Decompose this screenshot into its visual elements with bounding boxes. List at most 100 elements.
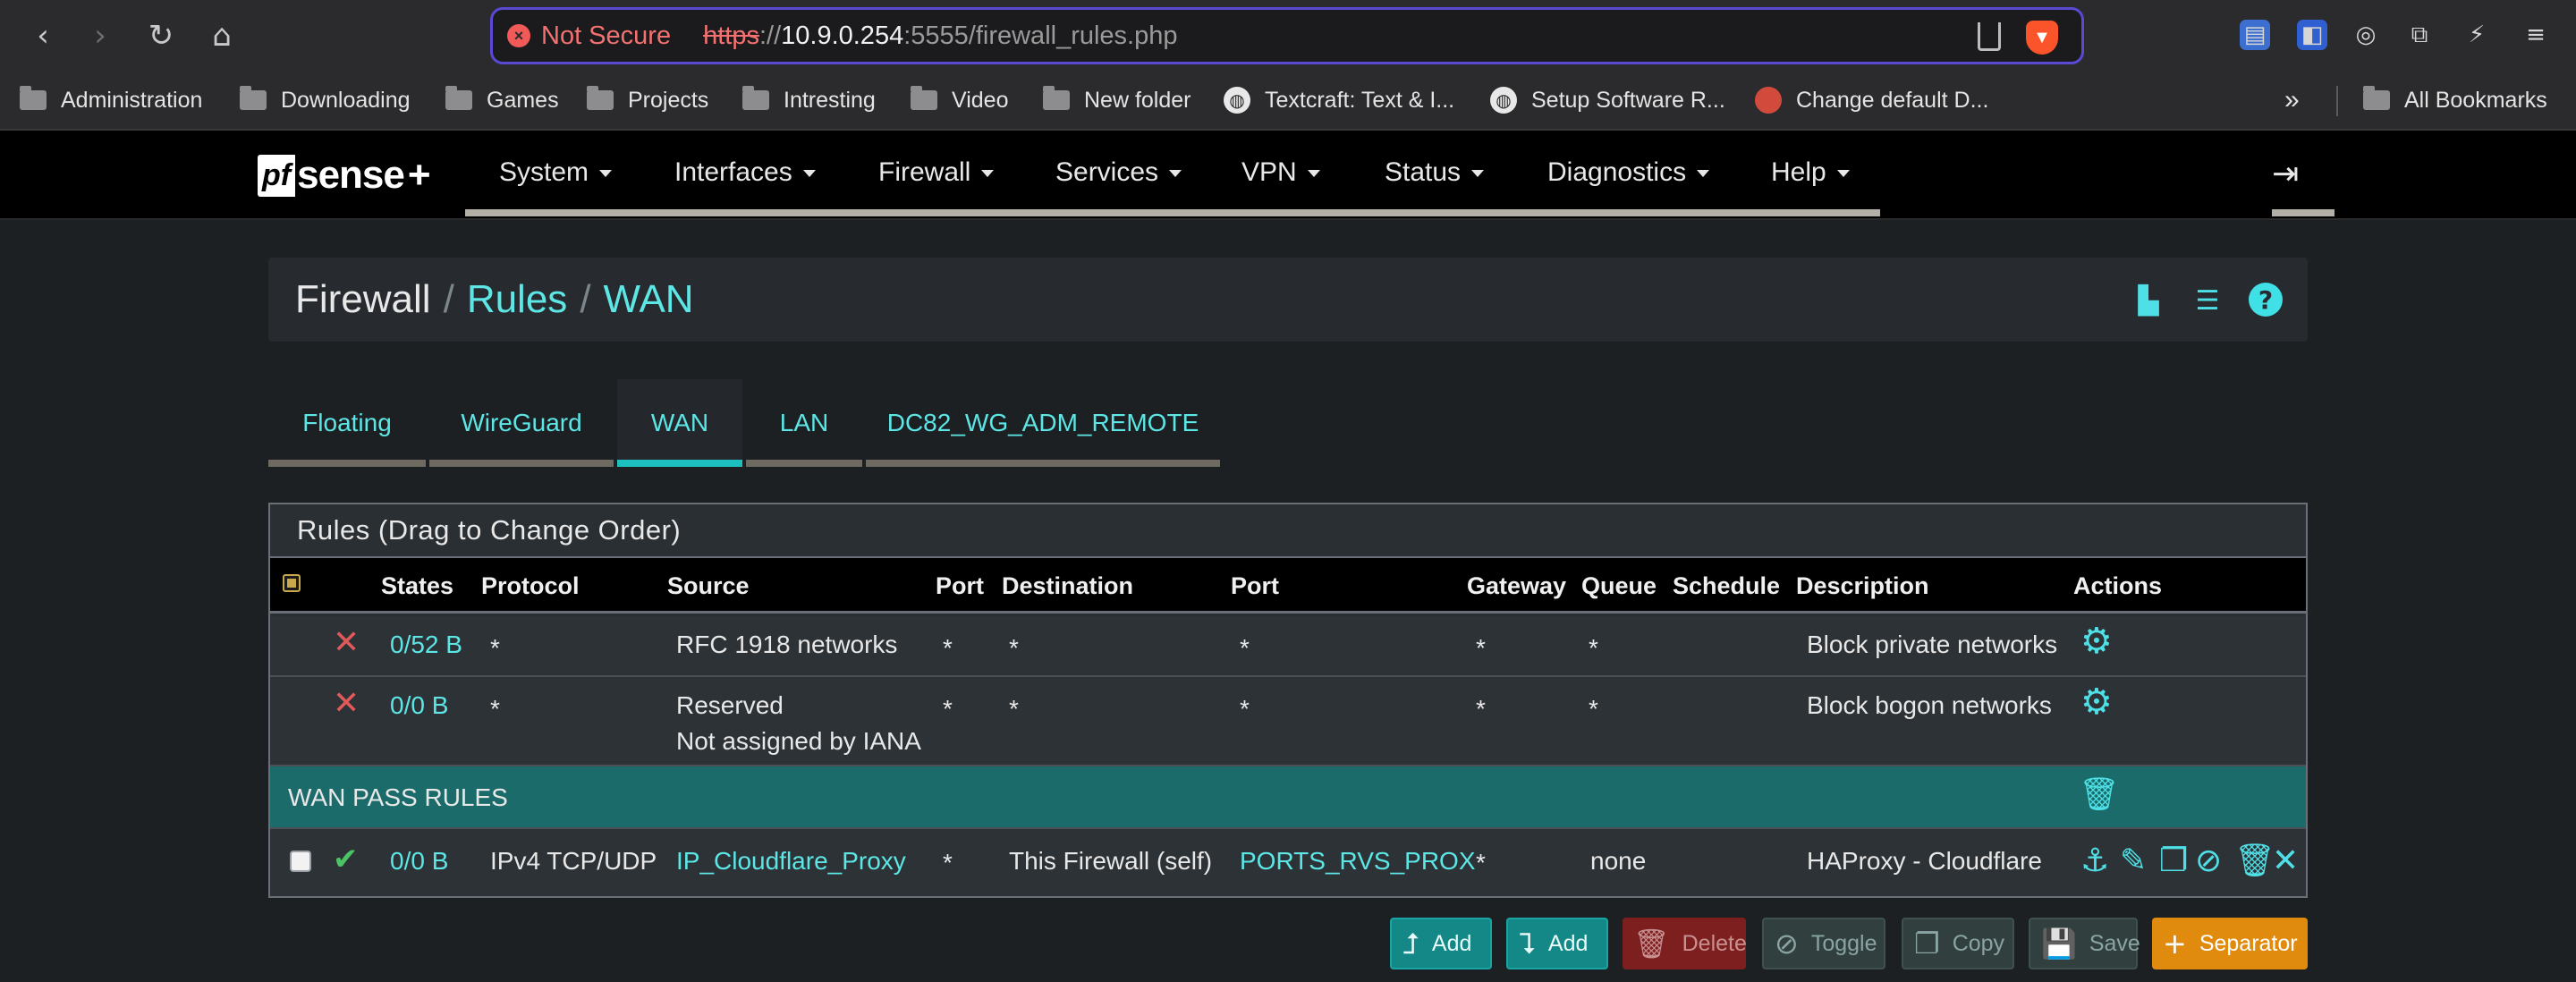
caret-down-icon: [1836, 170, 1850, 178]
bookmarks-bar: Administration Downloading Games Project…: [0, 72, 2576, 131]
edit-icon[interactable]: ✎: [2120, 842, 2147, 881]
reload-icon[interactable]: ↻: [141, 18, 181, 54]
anchor-icon[interactable]: ⚓: [2080, 842, 2109, 881]
performance-icon[interactable]: ⚡: [2462, 20, 2492, 50]
back-icon[interactable]: ‹: [23, 18, 63, 54]
not-secure-icon[interactable]: ×: [507, 24, 530, 47]
breadcrumb-wan[interactable]: WAN: [604, 277, 694, 321]
block-icon: ✕: [333, 685, 360, 722]
bookmark-setup-software[interactable]: ◍ Setup Software R...: [1490, 82, 1725, 118]
bookmark-video[interactable]: Video: [911, 82, 1009, 118]
rule-protocol: *: [490, 695, 500, 723]
caret-down-icon: [981, 170, 995, 178]
help-icon[interactable]: ?: [2249, 283, 2283, 317]
rule-source-detail: Not assigned by IANA: [676, 727, 921, 755]
browser-menu-icon[interactable]: ≡: [2521, 20, 2551, 50]
extensions-puzzle-icon[interactable]: ⧉: [2404, 20, 2435, 50]
rule-destination: This Firewall (self): [1009, 847, 1213, 875]
log-list-icon[interactable]: ☰: [2190, 283, 2225, 318]
menu-status[interactable]: Status: [1385, 157, 1485, 188]
rule-destination-port[interactable]: PORTS_RVS_PROX: [1240, 843, 1476, 879]
url-text[interactable]: https://10.9.0.254:5555/firewall_rules.p…: [703, 21, 1177, 51]
tab-dc82-wg-adm-remote[interactable]: DC82_WG_ADM_REMOTE: [866, 379, 1220, 467]
bookmark-intresting[interactable]: Intresting: [742, 82, 876, 118]
breadcrumb-actions: ▙ ☰ ?: [2131, 283, 2283, 318]
delete-icon[interactable]: ✕: [2272, 842, 2299, 881]
extension-reader-icon[interactable]: ◎: [2351, 20, 2381, 50]
table-row[interactable]: ✕ 0/52 B * RFC 1918 networks * * * * * B…: [270, 616, 2306, 677]
tab-wan[interactable]: WAN: [617, 379, 742, 467]
caret-down-icon: [802, 170, 816, 178]
rule-checkbox[interactable]: [290, 851, 311, 872]
bookmark-textcraft[interactable]: ◍ Textcraft: Text & I...: [1224, 82, 1454, 118]
rule-source[interactable]: IP_Cloudflare_Proxy: [676, 843, 906, 879]
caret-down-icon: [1169, 170, 1182, 178]
breadcrumb-rules[interactable]: Rules: [467, 277, 568, 321]
copy-icon: ❐: [1914, 927, 1940, 961]
gear-icon[interactable]: ⚙: [2080, 684, 2113, 720]
menu-services[interactable]: Services: [1055, 157, 1182, 188]
bookmark-change-default[interactable]: Change default D...: [1755, 82, 1988, 118]
caret-down-icon: [599, 170, 613, 178]
add-top-button[interactable]: ⮥ Add: [1390, 918, 1492, 969]
share-icon[interactable]: [1978, 22, 2001, 51]
copy-button[interactable]: ❐ Copy: [1902, 918, 2014, 969]
forward-icon[interactable]: ›: [80, 18, 120, 54]
home-icon[interactable]: ⌂: [202, 18, 242, 54]
trash-icon[interactable]: 🗑: [2234, 842, 2275, 881]
separator-button[interactable]: + Separator: [2152, 918, 2308, 969]
tab-floating[interactable]: Floating: [268, 379, 426, 467]
tab-wireguard[interactable]: WireGuard: [429, 379, 614, 467]
folder-icon: [587, 86, 614, 110]
menu-vpn[interactable]: VPN: [1241, 157, 1320, 188]
rule-states[interactable]: 0/52 B: [390, 627, 462, 663]
trash-icon[interactable]: 🗑: [2079, 777, 2120, 813]
site-icon: [1755, 87, 1782, 114]
separator-label: WAN PASS RULES: [288, 783, 508, 811]
header-description: Description: [1796, 572, 1929, 599]
bookmark-new-folder[interactable]: New folder: [1043, 82, 1191, 118]
table-row[interactable]: ✕ 0/0 B * Reserved Not assigned by IANA …: [270, 677, 2306, 766]
save-button[interactable]: 💾 Save: [2029, 918, 2140, 969]
select-all-checkbox[interactable]: [283, 574, 301, 592]
rule-states[interactable]: 0/0 B: [390, 688, 448, 724]
menu-diagnostics[interactable]: Diagnostics: [1547, 157, 1710, 188]
pfsense-logo[interactable]: pf sense +: [258, 148, 431, 202]
bookmark-games[interactable]: Games: [445, 82, 559, 118]
toggle-button[interactable]: ⊘ Toggle: [1762, 918, 1885, 969]
address-bar[interactable]: × Not Secure https://10.9.0.254:5555/fir…: [490, 7, 2084, 64]
disable-icon[interactable]: ⊘: [2195, 842, 2222, 881]
status-chart-icon[interactable]: ▙: [2131, 283, 2166, 318]
folder-icon: [240, 86, 267, 110]
rule-description: Block bogon networks: [1807, 691, 2052, 719]
logout-icon[interactable]: ⇥: [2272, 156, 2299, 192]
header-destination: Destination: [1002, 572, 1134, 599]
security-label[interactable]: Not Secure: [541, 21, 671, 51]
menu-firewall[interactable]: Firewall: [878, 157, 995, 188]
bookmark-administration[interactable]: Administration: [20, 82, 202, 118]
bookmarks-overflow-icon[interactable]: »: [2284, 82, 2300, 118]
header-schedule: Schedule: [1673, 572, 1781, 599]
table-row[interactable]: ✔ 0/0 B IPv4 TCP/UDP IP_Cloudflare_Proxy…: [270, 829, 2306, 896]
gear-icon[interactable]: ⚙: [2080, 623, 2113, 659]
brave-shield-icon[interactable]: ▼: [2026, 21, 2058, 55]
tab-lan[interactable]: LAN: [746, 379, 862, 467]
bookmark-all-bookmarks[interactable]: All Bookmarks: [2363, 82, 2547, 118]
globe-icon: ◍: [1224, 87, 1250, 114]
menu-system[interactable]: System: [499, 157, 613, 188]
bookmark-downloading[interactable]: Downloading: [240, 82, 411, 118]
folder-icon: [445, 86, 472, 110]
extension-bookmark-icon[interactable]: ◧: [2297, 20, 2327, 50]
menu-help[interactable]: Help: [1771, 157, 1850, 188]
trash-icon: 🗑: [1633, 927, 1670, 961]
add-bottom-button[interactable]: ⮧ Add: [1506, 918, 1608, 969]
caret-down-icon: [1307, 170, 1320, 178]
delete-button[interactable]: 🗑 Delete: [1623, 918, 1747, 969]
menu-interfaces[interactable]: Interfaces: [674, 157, 816, 188]
copy-icon[interactable]: ❐: [2159, 842, 2188, 881]
bookmark-projects[interactable]: Projects: [587, 82, 708, 118]
separator-row[interactable]: WAN PASS RULES 🗑: [270, 766, 2306, 829]
rule-states[interactable]: 0/0 B: [390, 843, 448, 879]
rule-description: HAProxy - Cloudflare: [1807, 847, 2042, 875]
extension-screenshot-icon[interactable]: ▤: [2240, 20, 2270, 50]
